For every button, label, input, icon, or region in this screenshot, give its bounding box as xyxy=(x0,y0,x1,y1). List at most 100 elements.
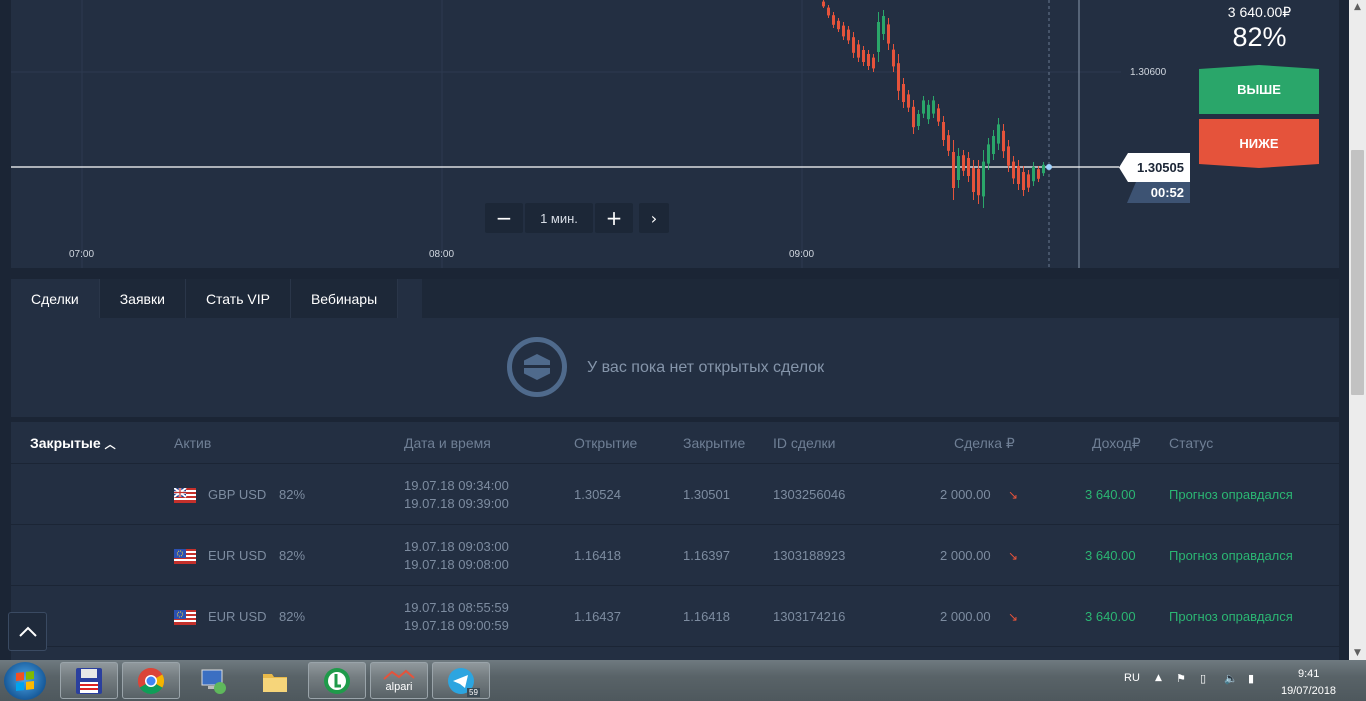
tab-vip[interactable]: Стать VIP xyxy=(186,279,291,318)
payout-amount: 3 640.00₽ xyxy=(1227,4,1292,20)
clock-time[interactable]: 9:41 xyxy=(1298,668,1319,680)
tabs-bar-fill xyxy=(422,279,1339,318)
clock-date[interactable]: 19/07/2018 xyxy=(1281,685,1336,697)
candle-body xyxy=(902,84,905,102)
candle-body xyxy=(977,168,980,196)
buy-up-button[interactable]: ВЫШЕ xyxy=(1199,65,1319,114)
asset-payout: 82% xyxy=(279,548,306,563)
candle-body xyxy=(862,50,865,62)
candle-body xyxy=(1037,169,1040,179)
x-axis-tick: 09:00 xyxy=(789,249,815,260)
scroll-up-arrow-icon[interactable]: ▲ xyxy=(1349,0,1366,14)
chevron-up-icon: ︿ xyxy=(104,438,116,451)
page-scrollbar[interactable]: ▲ ▼ xyxy=(1349,0,1366,660)
arrow-down-right-icon: ↘ xyxy=(1008,610,1019,624)
eu-us-flag-icon xyxy=(174,549,196,564)
candle-body xyxy=(842,25,845,37)
asset-payout: 82% xyxy=(279,487,306,502)
column-header-income: Доход₽ xyxy=(1092,435,1141,451)
volume-icon[interactable]: 🔈 xyxy=(1224,672,1238,685)
alpari-label: alpari xyxy=(385,680,413,693)
candle-body xyxy=(827,7,830,16)
power-icon[interactable]: ▯ xyxy=(1200,672,1206,685)
candle-body xyxy=(972,168,975,192)
closed-trades-toggle[interactable]: Закрытые ︿ xyxy=(30,435,116,452)
candle-body xyxy=(992,136,995,154)
zoom-in-button[interactable]: + xyxy=(595,203,633,233)
scrollbar-thumb[interactable] xyxy=(1351,150,1364,395)
candle-body xyxy=(1027,174,1030,188)
candle-body xyxy=(877,22,880,52)
payout-percent: 82% xyxy=(1232,22,1287,52)
closed-trades-table: Закрытые ︿ Актив Дата и время Открытие З… xyxy=(11,422,1339,660)
y-axis-tick: 1.30600 xyxy=(1130,67,1167,78)
taskbar-app-chrome[interactable] xyxy=(122,662,180,699)
asset-name: EUR USD xyxy=(208,609,267,624)
taskbar-app-telegram[interactable]: 59 xyxy=(432,662,490,699)
taskbar-app-green[interactable] xyxy=(308,662,366,699)
price-chart[interactable]: 1.30600 07:00 08:00 09:00 1.30505 00:52 … xyxy=(11,0,1339,268)
column-header-status: Статус xyxy=(1169,435,1214,451)
show-hidden-icons-icon[interactable]: ▲ xyxy=(1155,673,1162,683)
trade-start-time: 19.07.18 08:55:59 xyxy=(404,600,509,615)
candle-body xyxy=(907,94,910,108)
arrow-down-right-icon: ↘ xyxy=(1008,488,1019,502)
trades-panel: Сделки Заявки Стать VIP Вебинары У вас п… xyxy=(11,279,1339,417)
taskbar-app-alpari[interactable]: alpari xyxy=(370,662,428,699)
trade-end-time: 19.07.18 09:00:59 xyxy=(404,618,509,633)
asset-name: GBP USD xyxy=(208,487,267,502)
trading-app: 1.30600 07:00 08:00 09:00 1.30505 00:52 … xyxy=(0,0,1349,660)
close-price: 1.16418 xyxy=(683,609,730,624)
tab-deals[interactable]: Сделки xyxy=(11,279,100,318)
x-axis-tick: 08:00 xyxy=(429,249,455,260)
candle-body xyxy=(897,63,900,91)
candle-body xyxy=(1022,172,1025,190)
windows-logo-icon xyxy=(16,671,34,691)
candle-body xyxy=(912,106,915,128)
trade-income: 3 640.00 xyxy=(1085,487,1136,502)
action-center-flag-icon[interactable]: ⚑ xyxy=(1176,672,1186,685)
candle-body xyxy=(882,16,885,34)
candle-body xyxy=(852,37,855,53)
tab-orders[interactable]: Заявки xyxy=(100,279,186,318)
column-header-asset: Актив xyxy=(174,435,212,451)
column-header-datetime: Дата и время xyxy=(404,435,491,451)
taskbar-app-network[interactable] xyxy=(184,662,242,699)
trade-end-time: 19.07.18 09:39:00 xyxy=(404,496,509,511)
trade-status: Прогноз оправдался xyxy=(1169,609,1293,624)
scroll-down-arrow-icon[interactable]: ▼ xyxy=(1349,646,1366,660)
column-header-id: ID сделки xyxy=(773,435,836,451)
scroll-chart-right-button[interactable]: › xyxy=(639,203,669,233)
candle-body xyxy=(887,24,890,44)
candle-body xyxy=(837,20,840,30)
candle-body xyxy=(832,15,835,25)
close-price: 1.16397 xyxy=(683,548,730,563)
table-row[interactable]: EUR USD 82% 19.07.18 08:55:59 19.07.18 0… xyxy=(11,587,1339,647)
timeframe-selector[interactable]: 1 мин. xyxy=(525,203,593,233)
candle-body xyxy=(1012,161,1015,179)
language-indicator[interactable]: RU xyxy=(1124,672,1140,684)
candle-body xyxy=(922,100,925,114)
zoom-out-button[interactable]: − xyxy=(485,203,523,233)
close-price: 1.30501 xyxy=(683,487,730,502)
tab-webinars[interactable]: Вебинары xyxy=(291,279,399,318)
buy-down-button[interactable]: НИЖЕ xyxy=(1199,119,1319,168)
candle-body xyxy=(1007,146,1010,166)
candle-body xyxy=(982,161,985,197)
trade-amount: 2 000.00 xyxy=(940,548,991,563)
table-row[interactable]: EUR USD 82% 19.07.18 09:03:00 19.07.18 0… xyxy=(11,526,1339,586)
taskbar-app-save[interactable] xyxy=(60,662,118,699)
current-price-dot xyxy=(1046,164,1052,170)
table-row[interactable]: GBP USD 82% 19.07.18 09:34:00 19.07.18 0… xyxy=(11,465,1339,525)
trade-status: Прогноз оправдался xyxy=(1169,487,1293,502)
trade-start-time: 19.07.18 09:03:00 xyxy=(404,539,509,554)
open-price: 1.16418 xyxy=(574,548,621,563)
start-button[interactable] xyxy=(4,662,46,700)
candle-body xyxy=(942,122,945,140)
candle-body xyxy=(937,108,940,122)
scroll-to-top-button[interactable] xyxy=(8,612,47,651)
taskbar-app-explorer[interactable] xyxy=(246,662,304,699)
telegram-unread-badge: 59 xyxy=(467,688,480,697)
candle-body xyxy=(872,57,875,69)
network-tray-icon[interactable]: ▮ xyxy=(1248,672,1254,685)
